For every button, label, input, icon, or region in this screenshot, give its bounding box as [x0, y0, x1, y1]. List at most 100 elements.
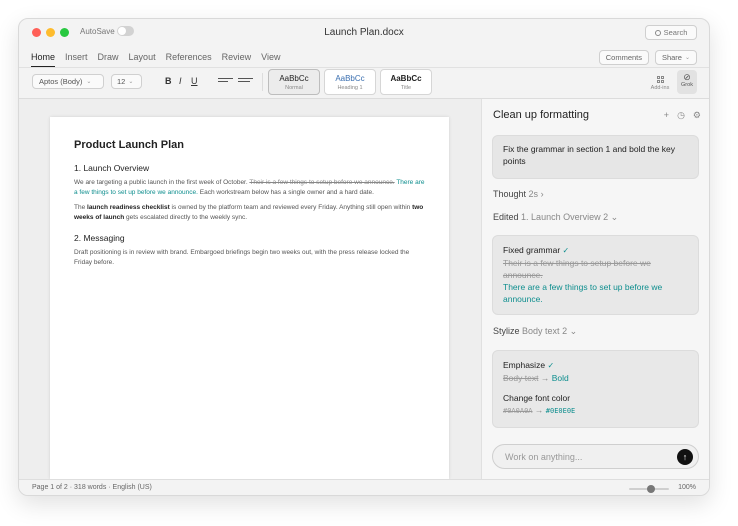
assistant-panel: Clean up formatting + ◷ ⚙ Fix the gramma… — [481, 99, 709, 479]
font-family-value: Aptos (Body) — [39, 77, 83, 86]
tab-insert[interactable]: Insert — [65, 52, 88, 68]
share-label: Share — [661, 53, 682, 62]
add-ins-label: Add-ins — [650, 85, 670, 91]
paragraph-text: The — [74, 204, 88, 211]
chevron-down-icon: ⌄ — [569, 326, 578, 336]
stylize-count: 2 — [562, 326, 568, 336]
card-title-row: Emphasize ✓ — [503, 359, 688, 372]
search-label: Search — [663, 28, 688, 37]
search-icon — [654, 29, 661, 36]
arrow-up-icon: ↑ — [682, 452, 688, 462]
bold-button[interactable]: B — [165, 76, 172, 86]
history-icon[interactable]: ◷ — [677, 110, 685, 121]
gear-icon[interactable]: ⚙ — [693, 110, 701, 121]
style-title[interactable]: AaBbCc Title — [380, 69, 432, 95]
panel-title: Clean up formatting — [493, 109, 589, 121]
zoom-label: 100% — [678, 484, 696, 491]
align-left-icon[interactable] — [218, 78, 233, 86]
card-title: Emphasize — [503, 360, 546, 370]
check-icon: ✓ — [547, 361, 555, 370]
doc-paragraph-2: The launch readiness checklist is owned … — [74, 203, 425, 223]
stylize-target: Body text — [522, 326, 560, 336]
align-justify-icon[interactable] — [238, 78, 253, 86]
inserted-text: There are a few things to set up before … — [503, 282, 663, 304]
arrow-right-icon: → — [534, 405, 544, 415]
style-name: Title — [400, 85, 412, 91]
comments-button[interactable]: Comments — [598, 50, 649, 65]
tab-layout[interactable]: Layout — [129, 52, 156, 68]
italic-button[interactable]: I — [179, 76, 182, 86]
zoom-slider[interactable] — [629, 485, 669, 493]
edited-count: 2 — [603, 212, 609, 222]
style-change-row: Body text → Bold — [503, 372, 688, 384]
deleted-text: Their is a few things to setup before we… — [503, 258, 651, 280]
divider — [262, 73, 263, 91]
grok-label: Grok — [681, 82, 693, 88]
panel-actions: + ◷ ⚙ — [664, 110, 701, 121]
add-ins-button[interactable]: Add-ins — [648, 72, 672, 91]
edited-target: 1. Launch Overview — [521, 212, 601, 222]
old-color: #0A0A0A — [503, 407, 533, 415]
chevron-down-icon: ⌄ — [610, 212, 619, 222]
style-sample: AaBbCc — [390, 74, 422, 83]
chevron-down-icon: ⌄ — [684, 55, 690, 61]
paragraph-text: Each workstream below has a single owner… — [197, 189, 374, 196]
tab-home[interactable]: Home — [31, 52, 56, 68]
ribbon-tabs: Home Insert Draw Layout References Revie… — [31, 52, 280, 68]
style-sample: AaBbCc — [335, 74, 365, 83]
doc-heading-section-2: 2. Messaging — [74, 233, 125, 243]
edit-card-stylize: Emphasize ✓ Body text → Bold Change font… — [492, 350, 699, 428]
style-name: Heading 1 — [337, 85, 363, 91]
stylize-label: Stylize — [493, 326, 520, 336]
chevron-down-icon: ⌄ — [128, 79, 134, 85]
tab-draw[interactable]: Draw — [98, 52, 119, 68]
tab-references[interactable]: References — [166, 52, 212, 68]
doc-paragraph-1: We are targeting a public launch in the … — [74, 178, 425, 198]
tracked-deletion: Their is a few things to setup before we… — [249, 179, 395, 186]
check-icon: ✓ — [562, 246, 570, 255]
paragraph-text: gets escalated directly to the weekly sy… — [124, 214, 248, 221]
document-page[interactable]: Product Launch Plan 1. Launch Overview W… — [50, 117, 449, 479]
plus-icon[interactable]: + — [664, 110, 669, 121]
card-title: Fixed grammar — [503, 245, 561, 255]
arrow-right-icon: → — [540, 373, 550, 383]
new-style: Bold — [551, 373, 569, 383]
status-bar: Page 1 of 2 · 318 words · English (US) 1… — [19, 479, 709, 495]
color-change-row: #0A0A0A → #0E0E0E — [503, 404, 688, 417]
font-size-select[interactable]: 12 ⌄ — [111, 74, 142, 89]
bold-text: launch readiness checklist — [87, 204, 170, 211]
status-text: Page 1 of 2 · 318 words · English (US) — [32, 484, 152, 491]
thought-label: Thought — [493, 189, 527, 199]
card-title-row: Fixed grammar ✓ — [503, 244, 688, 257]
new-color: #0E0E0E — [545, 407, 576, 415]
chat-input[interactable]: Work on anything... ↑ — [492, 444, 699, 469]
document-canvas: Product Launch Plan 1. Launch Overview W… — [19, 99, 481, 479]
doc-paragraph-3: Draft positioning is in review with bran… — [74, 249, 410, 266]
card-title: Change font color — [503, 393, 571, 403]
paragraph-text: is owned by the platform team and review… — [169, 204, 413, 211]
grok-button[interactable]: ⊘ Grok — [677, 70, 697, 94]
thought-row[interactable]: Thought 2s › — [493, 189, 544, 199]
doc-heading-title: Product Launch Plan — [74, 139, 185, 151]
stylize-row[interactable]: Stylize Body text 2 ⌄ — [493, 326, 577, 337]
share-button[interactable]: Share ⌄ — [654, 50, 697, 65]
search-button[interactable]: Search — [645, 25, 697, 40]
ribbon-toolbar: Aptos (Body) ⌄ 12 ⌄ B I U AaBbCc Normal … — [19, 68, 709, 98]
tab-view[interactable]: View — [261, 52, 280, 68]
tab-review[interactable]: Review — [222, 52, 252, 68]
grok-icon: ⊘ — [683, 72, 691, 82]
document-title: Launch Plan.docx — [324, 27, 404, 38]
style-heading-1[interactable]: AaBbCc Heading 1 — [324, 69, 376, 95]
user-prompt-bubble: Fix the grammar in section 1 and bold th… — [492, 135, 699, 179]
app-window: AutoSave Launch Plan.docx Search Home In… — [18, 18, 710, 496]
send-button[interactable]: ↑ — [677, 449, 693, 465]
font-size-value: 12 — [117, 77, 126, 86]
old-style: Body text — [503, 373, 539, 383]
edited-row[interactable]: Edited 1. Launch Overview 2 ⌄ — [493, 212, 618, 223]
zoom-slider-thumb[interactable] — [647, 485, 655, 493]
style-normal[interactable]: AaBbCc Normal — [268, 69, 320, 95]
chevron-right-icon: › — [540, 189, 544, 199]
grid-icon — [656, 76, 664, 83]
font-family-select[interactable]: Aptos (Body) ⌄ — [32, 74, 104, 89]
underline-button[interactable]: U — [191, 76, 198, 86]
